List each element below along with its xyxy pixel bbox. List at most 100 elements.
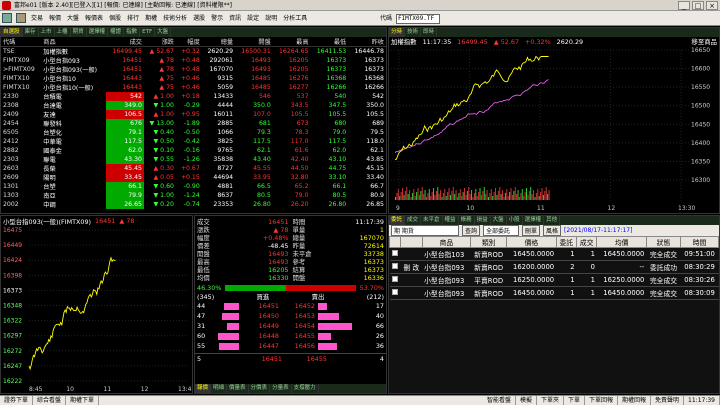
query-button[interactable]: 查詢 bbox=[462, 225, 481, 236]
quote-row[interactable]: FIMTX10 小型台指10 16443 ▲ 75 +0.46 9315 16485 1627… bbox=[1, 74, 386, 83]
menu-item[interactable]: 交易 bbox=[28, 11, 46, 26]
order-checkbox-cell[interactable] bbox=[389, 260, 401, 274]
menu-item[interactable]: 說明 bbox=[262, 11, 280, 26]
style-button[interactable]: 風格 bbox=[543, 225, 562, 236]
close-button[interactable]: × bbox=[706, 1, 718, 10]
column-header[interactable]: 漲跌 bbox=[143, 37, 176, 47]
maximize-button[interactable]: □ bbox=[692, 1, 704, 10]
tab[interactable]: 報價 bbox=[195, 384, 212, 393]
bid-price[interactable]: 16451 bbox=[239, 302, 279, 310]
order-cell-act[interactable]: 刪 改 bbox=[400, 260, 423, 274]
order-column-header[interactable]: 時間 bbox=[680, 236, 719, 248]
column-header[interactable]: 昨收 bbox=[348, 37, 386, 47]
tab[interactable]: 分價表 bbox=[249, 384, 271, 393]
status-item[interactable]: 智能看盤 bbox=[483, 395, 516, 405]
menu-item[interactable]: 資訊 bbox=[226, 11, 244, 26]
menu-item[interactable]: 排行 bbox=[124, 11, 142, 26]
tab[interactable]: 分時 bbox=[389, 28, 406, 37]
order-column-header[interactable]: 均價 bbox=[596, 236, 647, 248]
tab[interactable]: 分量表 bbox=[270, 384, 292, 393]
tab[interactable]: 小股 bbox=[507, 216, 523, 225]
ask-price[interactable]: 16454 bbox=[279, 322, 315, 330]
column-header[interactable]: 成交 bbox=[106, 37, 144, 47]
quote-row[interactable]: 2330 台積電 542 ▲ 1.00 +0.18 13433 546 537 540 542 bbox=[1, 92, 386, 101]
account-select[interactable]: 期 期貨 bbox=[391, 225, 459, 236]
tab[interactable]: 技術 bbox=[405, 28, 422, 37]
tab[interactable]: 未平倉 bbox=[421, 216, 443, 225]
tab[interactable]: 選擇權 bbox=[523, 216, 545, 225]
bid-price[interactable]: 16447 bbox=[239, 342, 279, 350]
order-filter-select[interactable]: 全部委託 bbox=[483, 225, 520, 236]
delete-order-button[interactable]: 刪單 bbox=[522, 225, 541, 236]
bid-price[interactable]: 16448 bbox=[239, 332, 279, 340]
quote-row[interactable]: 2308 台達電 349.0 ▼ 1.00 -0.29 4444 350.0 343.5 347… bbox=[1, 101, 386, 110]
status-tab[interactable]: 證券下單 bbox=[0, 395, 34, 405]
tab[interactable]: 上櫃 bbox=[55, 28, 71, 37]
column-header[interactable]: 開盤 bbox=[235, 37, 273, 47]
order-column-header[interactable]: 商品 bbox=[421, 236, 472, 248]
quote-row[interactable]: >FIMTX09 小型台指093(一般) 16451 ▲ 78 +0.48 167070 1… bbox=[1, 65, 386, 74]
tab[interactable]: 權證 bbox=[108, 28, 125, 37]
quote-row[interactable]: 2603 長榮 45.45 ▲ 0.30 +0.67 8727 45.55 44.50 44.7… bbox=[1, 164, 386, 173]
menu-item[interactable]: 個股 bbox=[106, 11, 124, 26]
menu-item[interactable]: 分析工具 bbox=[280, 11, 310, 26]
tab[interactable]: 支撐壓力 bbox=[292, 384, 319, 393]
order-checkbox[interactable] bbox=[391, 289, 398, 295]
quote-row[interactable]: 2454 聯發科 676 ▼ 13.00 -1.89 2885 681 673 680 689 bbox=[1, 119, 386, 128]
quote-row[interactable]: 2882 國泰金 62.0 ▼ 0.10 -0.16 9765 62.1 61.6 62.0 62… bbox=[1, 146, 386, 155]
order-checkbox[interactable] bbox=[391, 276, 398, 282]
tab[interactable]: 選擇權 bbox=[87, 28, 109, 37]
order-column-header[interactable]: 委託 bbox=[555, 236, 578, 248]
status-item[interactable]: 模擬 bbox=[516, 395, 537, 405]
order-column-header[interactable] bbox=[399, 236, 423, 248]
column-header[interactable]: 商品 bbox=[41, 37, 107, 47]
quote-row[interactable]: 2609 陽明 33.45 ▲ 0.05 +0.15 44694 33.95 32.80 33.… bbox=[1, 173, 386, 182]
status-item[interactable]: 下單回報 bbox=[585, 395, 619, 405]
bid-price[interactable]: 16449 bbox=[239, 322, 279, 330]
menu-item[interactable]: 大盤 bbox=[64, 11, 82, 26]
order-column-header[interactable]: 成交 bbox=[576, 236, 598, 248]
order-checkbox-cell[interactable] bbox=[389, 247, 401, 261]
order-checkbox-cell[interactable] bbox=[389, 273, 401, 287]
minimize-button[interactable]: _ bbox=[678, 1, 690, 10]
quote-row[interactable]: 2303 聯電 43.30 ▼ 0.55 -1.26 35838 43.40 42.40 43.… bbox=[1, 155, 386, 164]
status-item[interactable]: 免責聲明 bbox=[651, 395, 685, 405]
tab[interactable]: 庫存 bbox=[23, 28, 39, 37]
order-cell-act[interactable] bbox=[400, 273, 423, 287]
menu-item[interactable]: 設定 bbox=[244, 11, 262, 26]
move-to-product-link[interactable]: 移至商品 bbox=[691, 37, 719, 46]
ask-price[interactable]: 16456 bbox=[279, 342, 315, 350]
order-row[interactable]: 小型台指093 平賣ROD 16250.0000 1 1 16250.0000 完全成交 08… bbox=[389, 273, 719, 287]
order-column-header[interactable]: 狀態 bbox=[645, 236, 682, 248]
status-tab[interactable]: 綜合看盤 bbox=[33, 395, 67, 405]
ask-price[interactable]: 16455 bbox=[279, 332, 315, 340]
order-row[interactable]: 小型台指093 新賣ROD 16450.0000 1 1 16450.0000 完全成交 08… bbox=[389, 286, 719, 300]
column-header[interactable]: 總量 bbox=[201, 37, 236, 47]
order-column-header[interactable]: 價格 bbox=[506, 236, 557, 248]
order-column-header[interactable]: 類別 bbox=[470, 236, 508, 248]
order-row[interactable]: 刪 改小型台指093 新賣ROD 16200.0000 2 0 -- 委託成功 08:30:2… bbox=[389, 260, 719, 274]
ask-price[interactable]: 16452 bbox=[279, 302, 315, 310]
menu-item[interactable]: 技術分析 bbox=[160, 11, 190, 26]
tab[interactable]: 損益 bbox=[475, 216, 491, 225]
tab[interactable]: 即時 bbox=[421, 28, 438, 37]
status-item[interactable]: 期權回報 bbox=[618, 395, 652, 405]
order-checkbox-cell[interactable] bbox=[389, 286, 401, 300]
menu-item[interactable]: 選股 bbox=[190, 11, 208, 26]
status-tab[interactable]: 期權下單 bbox=[66, 395, 100, 405]
tab[interactable]: 權益 bbox=[443, 216, 459, 225]
quote-row[interactable]: 6505 台塑化 79.1 ▼ 0.40 -0.50 1066 79.3 78.3 79.0 79… bbox=[1, 128, 386, 137]
column-header[interactable]: 最高 bbox=[272, 37, 311, 47]
order-cell-act[interactable] bbox=[400, 247, 423, 261]
tab[interactable]: 大盤 bbox=[491, 216, 507, 225]
quote-row[interactable]: 1303 南亞 79.9 ▼ 1.00 -1.24 8637 80.5 79.0 80.5 80.… bbox=[1, 191, 386, 200]
order-cell-act[interactable] bbox=[400, 286, 423, 300]
quote-row[interactable]: 2409 友達 106.5 ▲ 1.00 +0.95 16011 107.0 105.5 105… bbox=[1, 110, 386, 119]
order-column-header[interactable] bbox=[389, 236, 401, 248]
quote-row[interactable]: 2412 中華電 117.5 ▼ 0.50 -0.42 3825 117.5 117.0 117… bbox=[1, 137, 386, 146]
order-checkbox[interactable] bbox=[391, 263, 398, 269]
column-header[interactable]: 最低 bbox=[310, 37, 349, 47]
tab[interactable]: 大盤 bbox=[155, 28, 172, 37]
bid-price[interactable]: 16450 bbox=[239, 312, 279, 320]
menu-item[interactable]: 期權 bbox=[142, 11, 160, 26]
